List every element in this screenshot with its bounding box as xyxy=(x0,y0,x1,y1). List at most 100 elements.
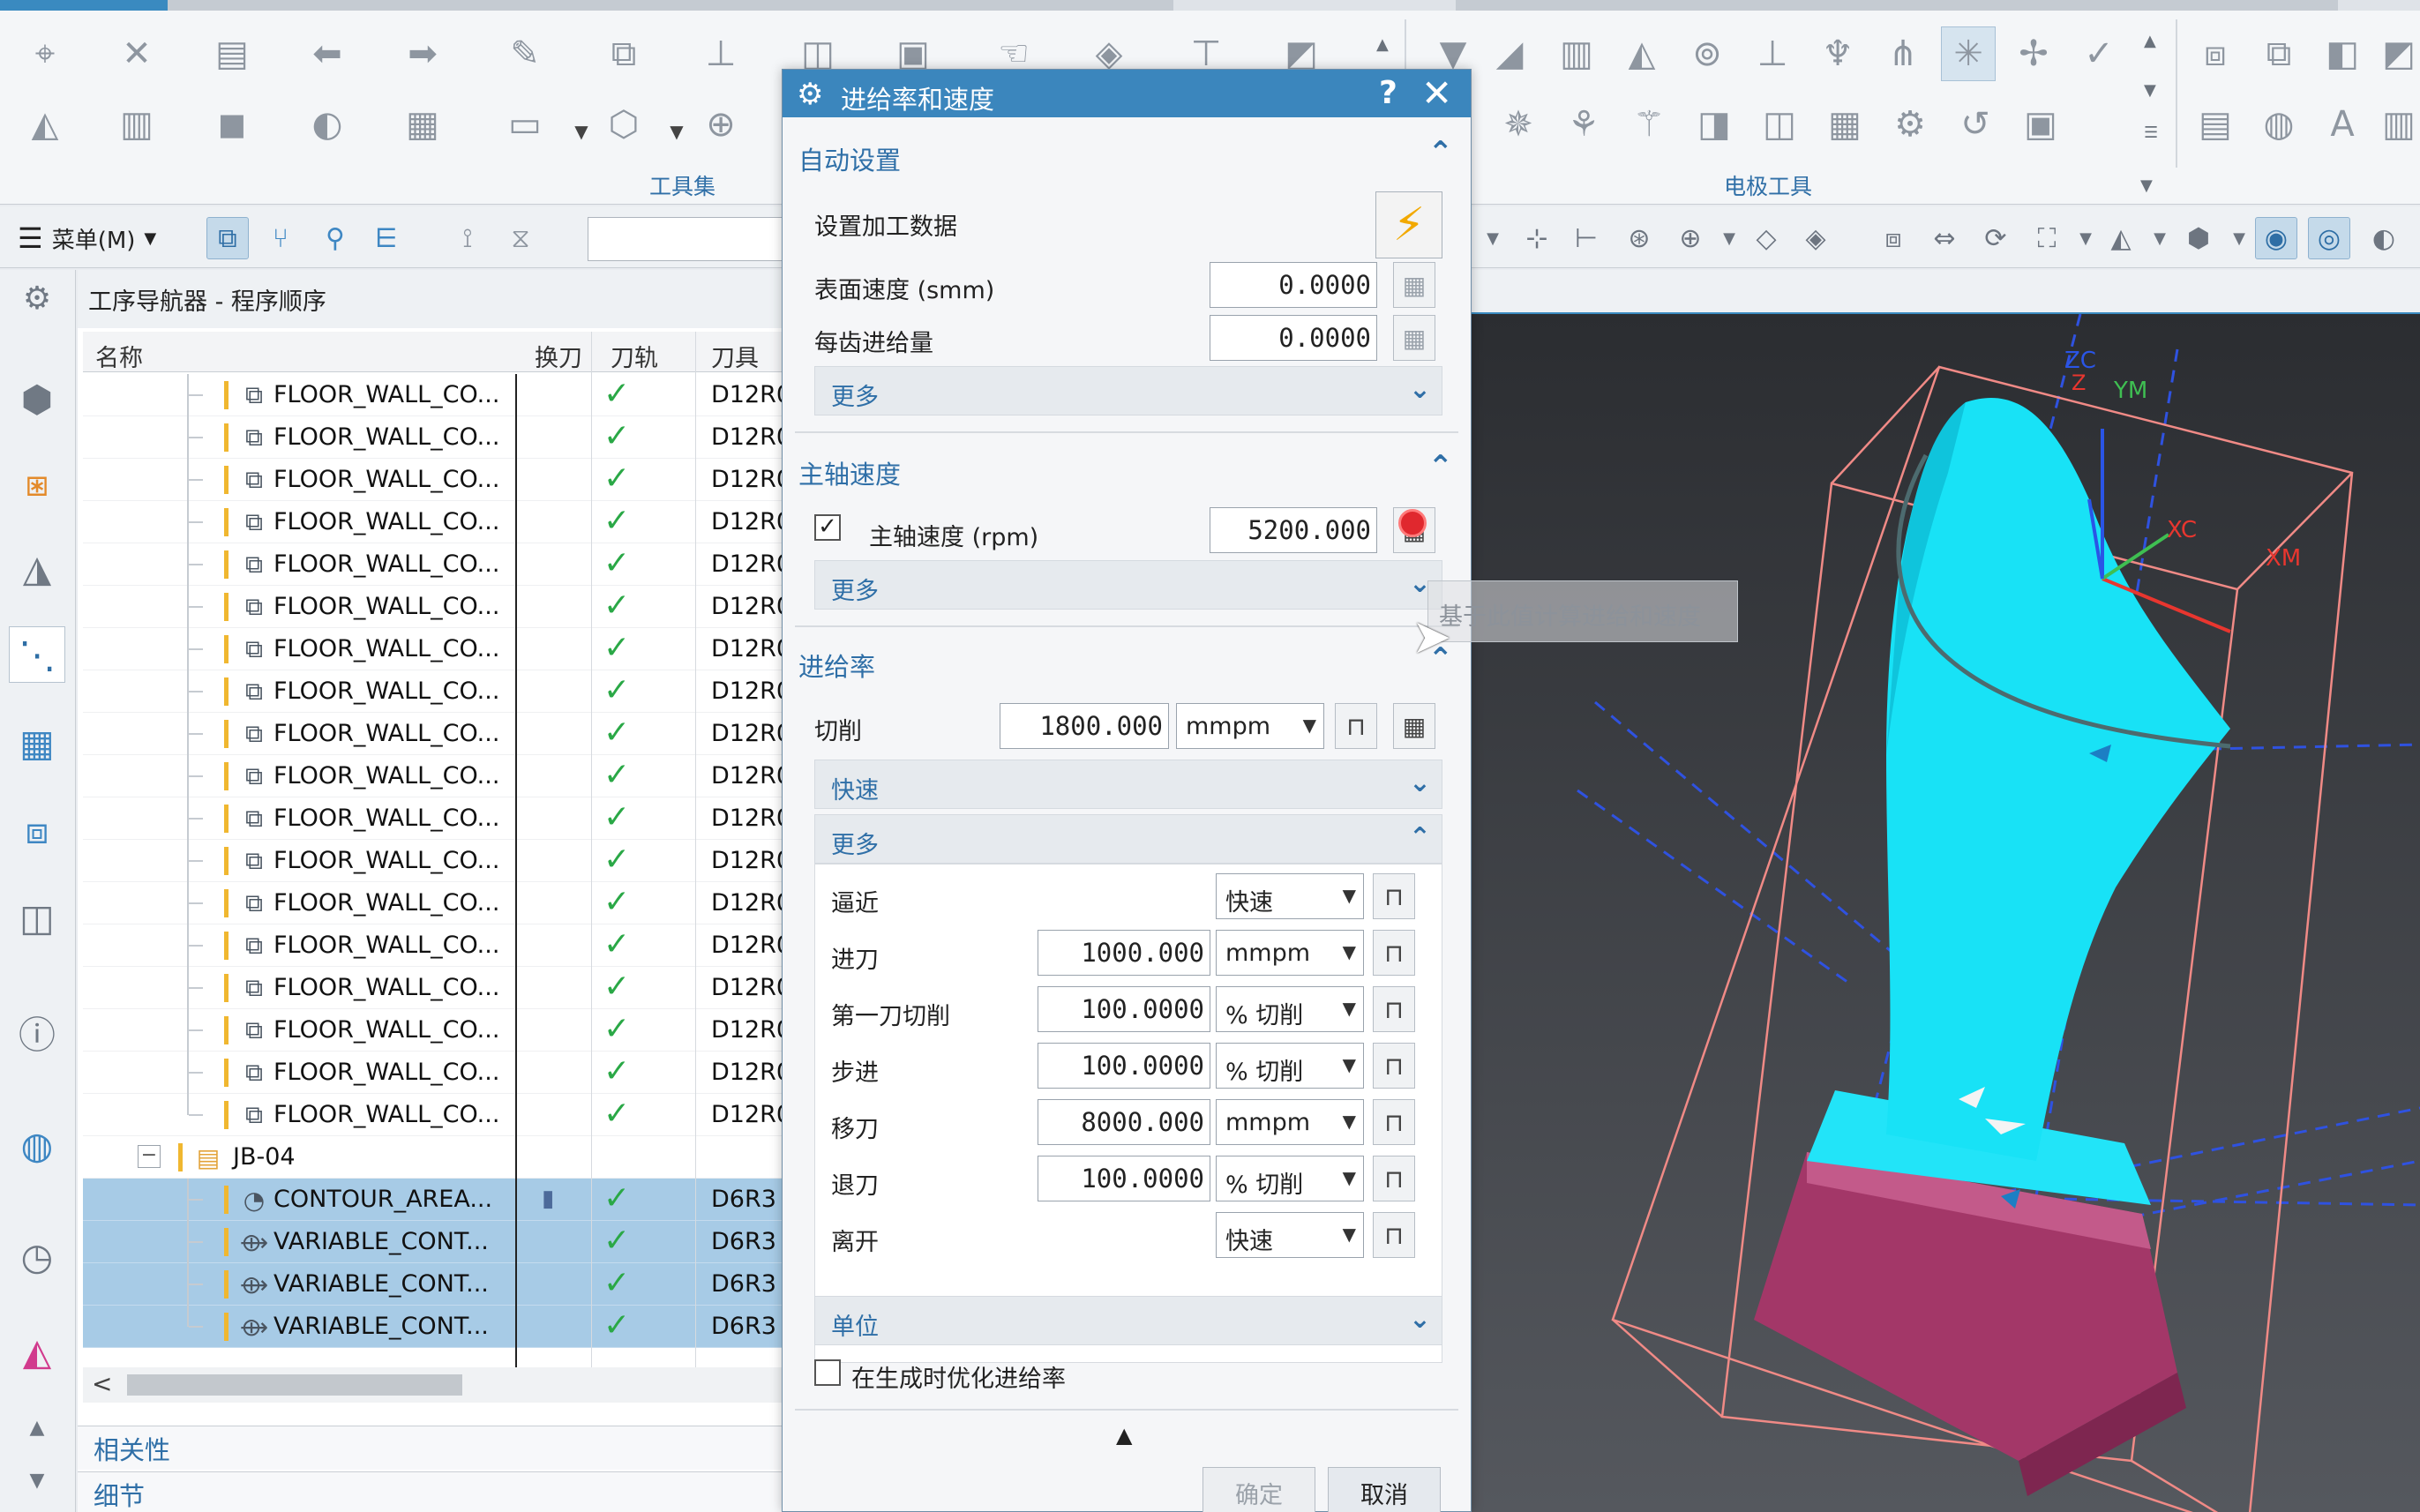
electrode-icon[interactable]: ⊥ xyxy=(1745,26,1800,81)
electrode-icon[interactable]: ↺ xyxy=(1948,97,2003,152)
spindle-speed-input[interactable]: 5200.000 xyxy=(1210,507,1377,553)
stepover-input[interactable]: 100.0000 xyxy=(1038,1043,1210,1089)
program-order-view-icon[interactable]: ⧉ xyxy=(206,217,249,259)
slice-icon[interactable]: ◐ xyxy=(300,97,355,152)
calculator-icon[interactable]: ▦ xyxy=(1393,262,1435,308)
tool-icon[interactable]: ✎ xyxy=(498,26,552,81)
graphics-viewport[interactable]: ZC Z YM XC XM xyxy=(1472,314,2420,1512)
cut-feed-input[interactable]: 1800.000 xyxy=(1000,703,1169,749)
lock-icon[interactable]: ⊓ xyxy=(1373,1099,1415,1145)
back-arrow-icon[interactable]: ⬅ xyxy=(300,26,355,81)
pillar2-icon[interactable]: ▦ xyxy=(395,97,450,152)
lock-icon[interactable]: ⊓ xyxy=(1373,1043,1415,1089)
table-row[interactable]: ⧉ FLOOR_WALL_CO... ✓ D12R0 xyxy=(83,713,783,755)
operation-navigator-icon[interactable]: ⋱ xyxy=(9,626,65,683)
text-icon[interactable]: A xyxy=(2315,97,2370,152)
ribbon-scroll-up-icon[interactable]: ▲ xyxy=(1376,35,1389,54)
snap-icon[interactable]: ⊢ xyxy=(1565,217,1607,259)
electrode-icon[interactable]: ◫ xyxy=(1752,97,1807,152)
surface-speed-input[interactable]: 0.0000 xyxy=(1210,262,1377,308)
table-row[interactable]: ⧉ FLOOR_WALL_CO... ✓ D12R0 xyxy=(83,1052,783,1094)
spindle-speed-header[interactable]: 主轴速度 ⌃ xyxy=(795,445,1458,491)
table-row[interactable]: ⧉ FLOOR_WALL_CO... ✓ D12R0 xyxy=(83,967,783,1009)
table-row[interactable]: ⧉ FLOOR_WALL_CO... ✓ D12R0 xyxy=(83,1094,783,1136)
unlock-icon[interactable]: ⊓ xyxy=(1335,703,1377,749)
cube-icon[interactable]: ◇ xyxy=(1745,217,1787,259)
rectangle-icon[interactable]: ▭ xyxy=(498,97,552,152)
type-filter-combo[interactable] xyxy=(588,217,790,261)
table-row[interactable]: ⧉ FLOOR_WALL_CO... ✓ D12R0 xyxy=(83,501,783,543)
table-row[interactable]: ⧉ FLOOR_WALL_CO... ✓ D12R0 xyxy=(83,882,783,924)
machine-tool-view-icon[interactable]: ⑂ xyxy=(259,217,302,259)
verify-icon[interactable]: ⧖ xyxy=(499,217,542,259)
lock-icon[interactable]: ⊓ xyxy=(1373,1156,1415,1201)
auto-more-section[interactable]: 更多 ⌄ xyxy=(814,366,1442,415)
electrode-icon[interactable]: ⋔ xyxy=(1876,26,1930,81)
icam-icon[interactable]: ▣ xyxy=(2013,97,2068,152)
pillar-icon[interactable]: ▥ xyxy=(109,97,164,152)
view-icon[interactable]: ⧈ xyxy=(1872,217,1914,259)
electrode-icon[interactable]: ♆ xyxy=(1810,26,1865,81)
cube-icon[interactable]: ◈ xyxy=(1794,217,1837,259)
program-group-row[interactable]: − ▤ JB-04 xyxy=(83,1136,783,1179)
spindle-speed-checkbox[interactable]: ✓ xyxy=(814,514,841,541)
web-browser-icon[interactable]: ◍ xyxy=(9,1117,65,1173)
retract-input[interactable]: 100.0000 xyxy=(1038,1156,1210,1201)
mcs-visibility-icon[interactable]: ◉ xyxy=(2255,217,2297,259)
traverse-unit-select[interactable]: mmpm ▼ xyxy=(1216,1099,1364,1145)
electrode-icon[interactable]: ✵ xyxy=(1491,97,1546,152)
approach-unit-select[interactable]: 快速 ▼ xyxy=(1216,873,1364,919)
move-icon[interactable]: ⧉ xyxy=(596,26,651,81)
part-navigator-icon[interactable]: ⧆ xyxy=(9,455,65,512)
ribbon-scroll-up-icon[interactable]: ▲ xyxy=(2144,32,2156,50)
cut-feed-unit-select[interactable]: mmpm ▼ xyxy=(1176,703,1324,749)
help-icon[interactable]: ? xyxy=(1379,75,1397,111)
reuse-library-icon[interactable]: ◫ xyxy=(9,889,65,946)
rapid-section[interactable]: 快速 ⌄ xyxy=(814,760,1442,809)
table-row[interactable]: ⧉ FLOOR_WALL_CO... ✓ D12R0 xyxy=(83,628,783,670)
scroll-left-icon[interactable]: < xyxy=(92,1369,112,1398)
cancel-button[interactable]: 取消 xyxy=(1328,1467,1441,1512)
table-row[interactable]: ⧉ FLOOR_WALL_CO... ✓ D12R0 xyxy=(83,840,783,882)
frame-icon[interactable]: ▥ xyxy=(1549,26,1604,81)
table-row[interactable]: ⧉ FLOOR_WALL_CO... ✓ D12R0 xyxy=(83,1009,783,1052)
table-row[interactable]: ⟴ VARIABLE_CONT... ✓ D6R3 xyxy=(83,1263,783,1306)
lock-icon[interactable]: ⊓ xyxy=(1373,986,1415,1032)
column-tool-change[interactable]: 换刀 xyxy=(535,339,582,373)
electrode-icon[interactable]: ⚙ xyxy=(1883,97,1937,152)
utility-icon[interactable]: ▥ xyxy=(2371,97,2420,152)
scroll-up-icon[interactable]: ▲ xyxy=(9,1399,65,1456)
axis-icon[interactable]: ✕ xyxy=(109,26,164,81)
table-row[interactable]: ⧉ FLOOR_WALL_CO... ✓ D12R0 xyxy=(83,586,783,628)
stepover-unit-select[interactable]: % 切削 ▼ xyxy=(1216,1043,1364,1089)
column-name[interactable]: 名称 xyxy=(95,339,143,373)
forward-arrow-icon[interactable]: ➡ xyxy=(395,26,450,81)
retract-unit-select[interactable]: % 切削 ▼ xyxy=(1216,1156,1364,1201)
table-row[interactable]: ⧉ FLOOR_WALL_CO... ✓ D12R0 xyxy=(83,374,783,416)
engage-unit-select[interactable]: mmpm ▼ xyxy=(1216,930,1364,976)
collapse-dialog-icon[interactable]: ▲ xyxy=(1116,1423,1132,1448)
first-cut-input[interactable]: 100.0000 xyxy=(1038,986,1210,1032)
geometry-view-icon[interactable]: ⚲ xyxy=(314,217,356,259)
snap-icon[interactable]: ⊕ xyxy=(1669,217,1712,259)
auto-settings-header[interactable]: 自动设置 ⌃ xyxy=(795,131,1458,177)
feed-rate-header[interactable]: 进给率 ⌃ xyxy=(795,638,1458,684)
utility-icon[interactable]: ⧉ xyxy=(2251,26,2306,81)
palette-icon[interactable]: ◭ xyxy=(9,1323,65,1380)
ribbon-scroll-down-icon[interactable]: ▼ xyxy=(2144,81,2156,100)
utility-icon[interactable]: ◧ xyxy=(2315,26,2370,81)
active-ribbon-tab[interactable] xyxy=(0,0,168,11)
cube-icon[interactable]: ⬢ xyxy=(2177,217,2220,259)
fit-icon[interactable]: ⇔ xyxy=(1923,217,1966,259)
snap-icon[interactable]: ⊹ xyxy=(1516,217,1558,259)
electrode-icon[interactable]: ⊚ xyxy=(1680,26,1734,81)
table-row[interactable]: ⧉ FLOOR_WALL_CO... ✓ D12R0 xyxy=(83,543,783,586)
chevron-down-icon[interactable]: ▼ xyxy=(2218,217,2260,259)
block-icon[interactable]: ◼ xyxy=(205,97,259,152)
menu-button[interactable]: ☰ 菜单(M) ▼ xyxy=(18,221,156,256)
rotate-icon[interactable]: ⟳ xyxy=(1974,217,2017,259)
spindle-more-section[interactable]: 更多 ⌄ xyxy=(814,560,1442,610)
utility-icon[interactable]: ⧈ xyxy=(2188,26,2243,81)
machine-tool-navigator-icon[interactable]: ▦ xyxy=(9,715,65,771)
relevance-section[interactable]: 相关性 xyxy=(78,1426,783,1470)
